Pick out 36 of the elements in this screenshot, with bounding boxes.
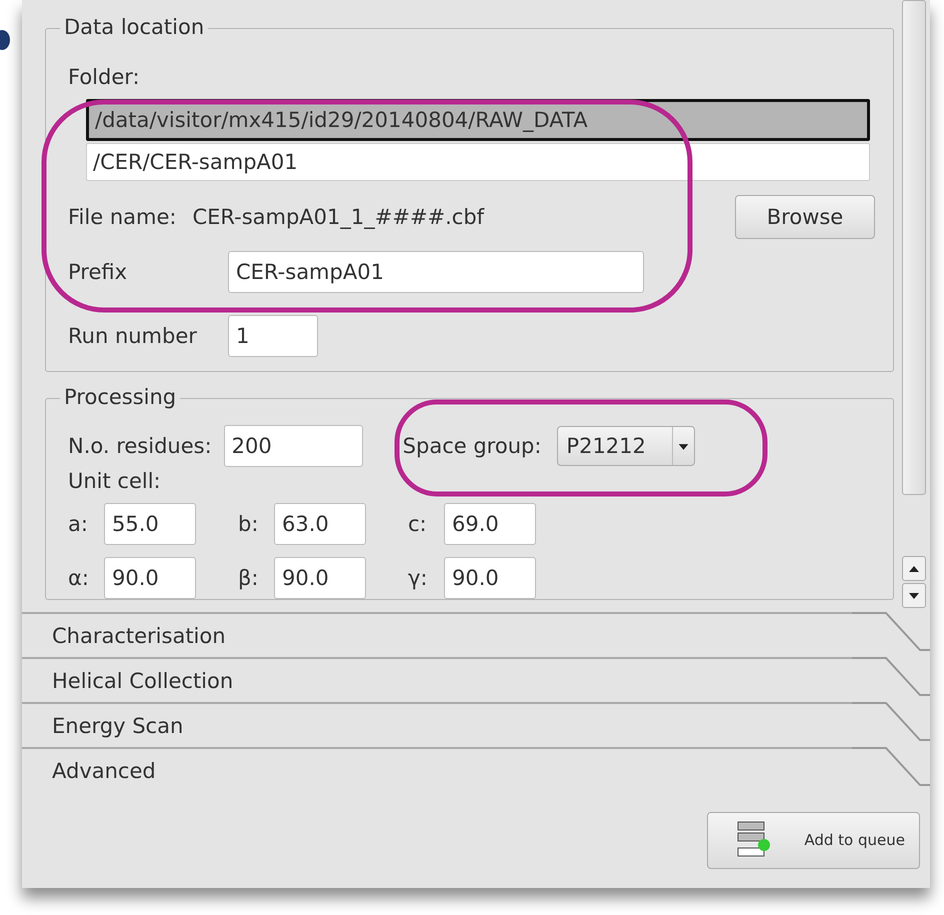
cell-label: b: xyxy=(238,512,260,536)
cell-field[interactable]: 90.0 xyxy=(104,557,196,599)
cell-field[interactable]: 63.0 xyxy=(274,503,366,545)
cell-label: β: xyxy=(238,566,260,590)
cell-label: α: xyxy=(68,566,90,590)
cell-field[interactable]: 55.0 xyxy=(104,503,196,545)
down-arrow-icon xyxy=(908,592,920,600)
up-arrow-icon xyxy=(908,564,920,572)
space-group-dropdown[interactable]: P21212 xyxy=(557,426,696,466)
scrollbar-thumb[interactable] xyxy=(902,0,926,495)
cell-field[interactable]: 69.0 xyxy=(444,503,536,545)
cell-label: c: xyxy=(408,512,428,536)
scroll-up-button[interactable] xyxy=(902,556,926,581)
prefix-label: Prefix xyxy=(68,260,128,284)
run-number-label: Run number xyxy=(68,324,198,348)
residues-label: N.o. residues: xyxy=(68,434,212,458)
section-tab[interactable]: Characterisation xyxy=(22,612,930,657)
file-name-label: File name: xyxy=(68,205,176,229)
residues-field[interactable]: 200 xyxy=(224,425,363,467)
cell-field[interactable]: 90.0 xyxy=(444,557,536,599)
folder-label: Folder: xyxy=(68,65,141,89)
section-tab[interactable]: Helical Collection xyxy=(22,657,930,702)
cell-field[interactable]: 90.0 xyxy=(274,557,366,599)
scroll-down-button[interactable] xyxy=(902,583,926,608)
cell-label: γ: xyxy=(408,566,429,590)
section-tab[interactable]: Energy Scan xyxy=(22,702,930,747)
add-to-queue-button[interactable]: Add to queue xyxy=(707,812,920,868)
run-number-field[interactable]: 1 xyxy=(228,315,318,357)
section-tab[interactable]: Advanced xyxy=(22,747,930,792)
file-name: CER-sampA01_1_####.cbf xyxy=(192,205,484,229)
space-group-label: Space group: xyxy=(402,434,542,458)
prefix-field[interactable]: CER-sampA01 xyxy=(228,251,644,293)
cell-label: a: xyxy=(68,512,89,536)
group-title: Processing xyxy=(60,385,180,409)
unit-cell-label: Unit cell: xyxy=(68,469,162,493)
browse-button[interactable]: Browse xyxy=(735,195,875,239)
